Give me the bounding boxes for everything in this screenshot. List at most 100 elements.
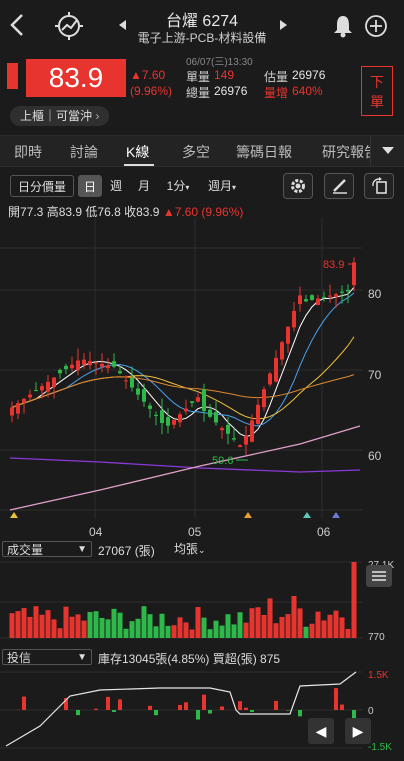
high-value: 高83.9 (46, 205, 83, 219)
inst-bar (178, 704, 182, 710)
candle-body (76, 360, 80, 371)
inst-dropdown[interactable]: 投信 ▼ (2, 649, 92, 665)
volume-bar (321, 620, 327, 638)
volume-bar (303, 626, 309, 638)
tab-discussion[interactable]: 討論 (70, 142, 98, 162)
kline-chart[interactable]: 80 70 60 04 05 06 83.9 59.6 (0, 218, 404, 540)
volume-bar (231, 624, 237, 638)
volume-bar (75, 614, 81, 638)
candle-body (10, 407, 14, 416)
candle-body (292, 310, 296, 328)
volume-bar (159, 613, 165, 638)
volume-dropdown[interactable]: 成交量 ▼ (2, 541, 92, 557)
close-value: 收83.9 (124, 205, 160, 219)
add-icon[interactable] (364, 14, 388, 38)
candle-body (208, 409, 212, 417)
next-stock-icon[interactable] (278, 19, 288, 31)
candle-body (184, 408, 188, 412)
scroll-right-button[interactable]: ▶ (345, 718, 371, 744)
bell-icon[interactable] (332, 14, 354, 38)
volume-bar (351, 562, 357, 638)
volume-bar (45, 610, 51, 638)
caret-down-icon: ▼ (77, 544, 87, 555)
volume-bar (171, 625, 177, 638)
panel-menu-button[interactable] (366, 565, 392, 587)
order-button-label: 下單 (370, 74, 384, 110)
settings-button[interactable] (283, 173, 313, 199)
volume-min-label: 770 (368, 632, 385, 643)
period-dropdown[interactable]: 週月▾ (200, 175, 244, 197)
volume-bar (9, 613, 15, 638)
x-tick-06: 06 (317, 525, 331, 539)
market-tag[interactable]: 上櫃｜可當沖 › (10, 106, 110, 126)
candle-body (34, 390, 38, 392)
caret-down-icon: ▼ (77, 652, 87, 663)
month-button[interactable]: 月 (130, 175, 158, 197)
candle-body (250, 420, 254, 442)
inst-bar (244, 707, 248, 710)
event-marker (10, 512, 18, 518)
volume-bars (9, 562, 357, 638)
candle-body (310, 295, 314, 300)
candle-body (166, 417, 170, 426)
total-vol-label: 總量 (186, 86, 211, 100)
intraday-button[interactable]: 日分價量 (10, 175, 74, 197)
volume-bar (141, 606, 147, 638)
x-tick-04: 04 (89, 525, 103, 539)
est-vol-label: 估量 (264, 70, 289, 84)
day-button[interactable]: 日 (78, 175, 102, 197)
candle-body (346, 289, 350, 292)
volume-bar (99, 617, 105, 638)
volume-value: 27067 (張) (98, 544, 155, 558)
volume-bar (111, 608, 117, 638)
volume-bar (219, 625, 225, 638)
tab-research[interactable]: 研究報告 (322, 142, 372, 162)
volume-bar (291, 596, 297, 638)
rotate-button[interactable] (364, 173, 394, 199)
volume-bar (249, 608, 255, 638)
volume-bar (117, 612, 123, 638)
candle-body (70, 364, 74, 369)
inst-bars (16, 688, 356, 728)
volume-bar (87, 611, 93, 638)
candle-body (286, 326, 290, 344)
minute-dropdown[interactable]: 1分▾ (160, 175, 196, 197)
active-tab-indicator (124, 164, 154, 166)
tab-realtime[interactable]: 即時 (14, 142, 42, 162)
candle-body (220, 428, 224, 431)
volume-bar (273, 623, 279, 638)
event-marker (244, 512, 252, 518)
scroll-left-button[interactable]: ◀ (308, 718, 334, 744)
inst-top-label: 1.5K (368, 670, 389, 681)
caret-icon: ▾ (185, 183, 190, 192)
tab-kline[interactable]: K線 (126, 142, 149, 162)
menu-icon (372, 571, 386, 581)
more-tabs-button[interactable] (370, 136, 404, 166)
candle-body (304, 299, 308, 302)
single-vol-value: 149 (214, 68, 235, 82)
order-button[interactable]: 下單 (361, 66, 393, 116)
inst-bar (250, 710, 254, 712)
tab-chips-report[interactable]: 籌碼日報 (236, 142, 292, 162)
caret-icon: ▾ (232, 183, 237, 192)
candle-body (256, 404, 260, 424)
volume-bar (51, 619, 57, 638)
volume-bar (69, 616, 75, 638)
candle-body (88, 361, 92, 366)
inst-bar (298, 710, 302, 717)
draw-button[interactable] (324, 173, 354, 199)
volume-bar (207, 629, 213, 638)
volume-bar (237, 612, 243, 638)
caret-down-icon (382, 147, 394, 154)
volume-bar (213, 620, 219, 638)
inst-bar (334, 688, 338, 710)
event-marker (332, 512, 340, 518)
avg-dropdown[interactable]: 均張⌄ (170, 541, 210, 557)
candle-body (190, 401, 194, 403)
tab-bull-bear[interactable]: 多空 (182, 142, 210, 162)
total-vol-value: 26976 (214, 84, 248, 98)
week-button[interactable]: 週 (104, 175, 128, 197)
ma-line (11, 336, 355, 420)
candle-body (124, 380, 128, 382)
ma-line (11, 286, 355, 438)
